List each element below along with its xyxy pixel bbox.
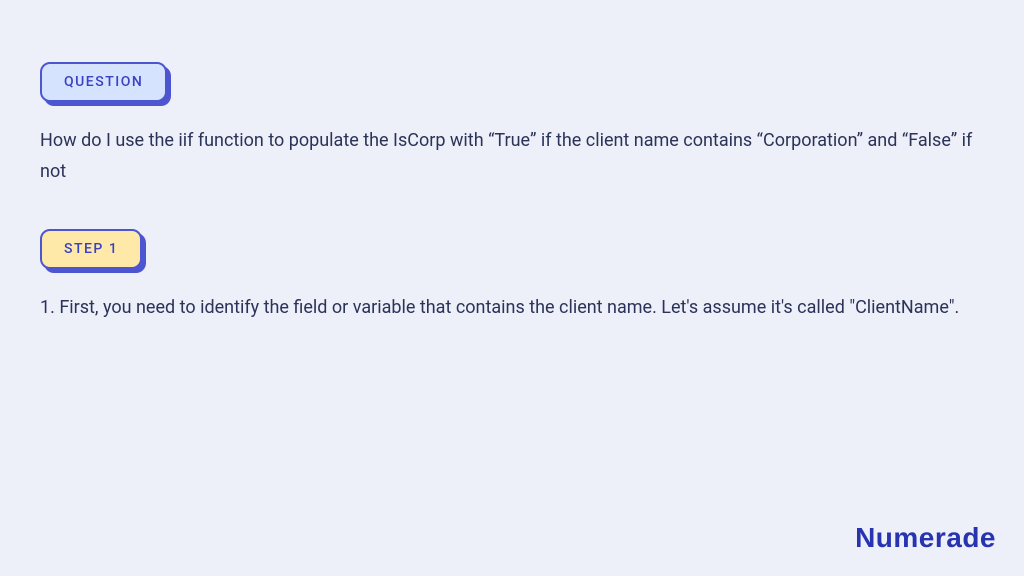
slide-content: QUESTION How do I use the iif function t… xyxy=(0,0,1024,324)
question-badge-label: QUESTION xyxy=(40,62,167,102)
question-badge: QUESTION xyxy=(40,62,167,102)
step-text: 1. First, you need to identify the field… xyxy=(40,293,984,324)
brand-logo: Numerade xyxy=(855,522,996,554)
step-badge: STEP 1 xyxy=(40,229,142,269)
question-text: How do I use the iif function to populat… xyxy=(40,126,984,187)
step-badge-label: STEP 1 xyxy=(40,229,142,269)
